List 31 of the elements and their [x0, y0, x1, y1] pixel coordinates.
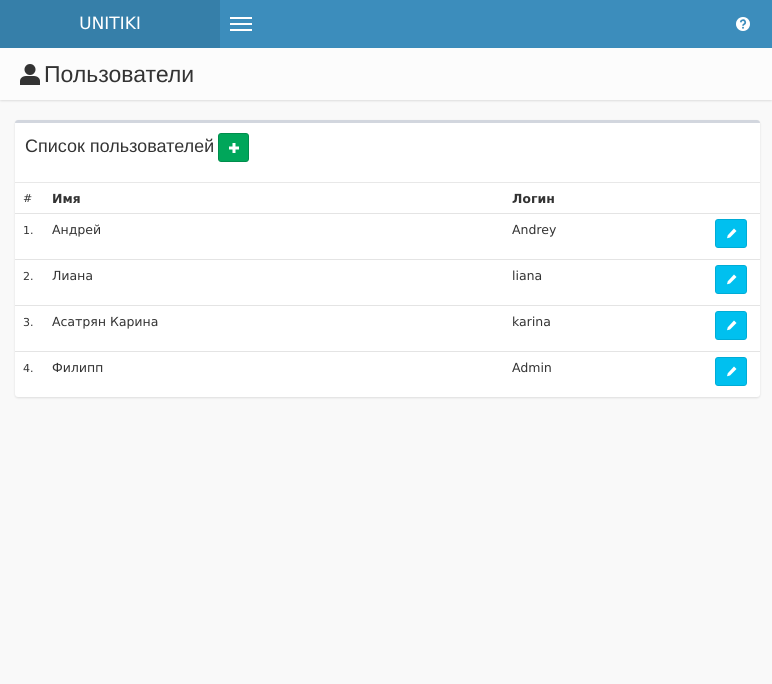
- pencil-icon: [726, 366, 736, 377]
- pencil-icon: [726, 320, 736, 331]
- column-header: Логин: [512, 183, 636, 214]
- card-title: Список пользователей: [25, 136, 214, 157]
- user-name: Асатрян Карина: [52, 306, 512, 352]
- row-number: 3.: [15, 306, 52, 352]
- brand-logo[interactable]: UNITIKI: [0, 0, 220, 48]
- edit-button[interactable]: [715, 357, 747, 386]
- user-name: Филипп: [52, 352, 512, 397]
- row-number: 2.: [15, 260, 52, 306]
- edit-button[interactable]: [715, 219, 747, 248]
- help-icon[interactable]: [736, 17, 750, 31]
- user-login: karina: [512, 306, 636, 352]
- menu-icon[interactable]: [230, 16, 252, 32]
- pencil-icon: [726, 274, 736, 285]
- row-number: 1.: [15, 214, 52, 260]
- pencil-icon: [726, 228, 736, 239]
- edit-button[interactable]: [715, 311, 747, 340]
- user-login: Admin: [512, 352, 636, 397]
- page-title: Пользователи: [44, 60, 194, 88]
- user-login: Andrey: [512, 214, 636, 260]
- user-name: Андрей: [52, 214, 512, 260]
- user-login: liana: [512, 260, 636, 306]
- user-name: Лиана: [52, 260, 512, 306]
- user-icon: [20, 64, 40, 84]
- add-button[interactable]: [218, 133, 250, 162]
- number-header: #: [15, 183, 52, 214]
- plus-icon: [228, 142, 239, 152]
- edit-button[interactable]: [715, 265, 747, 294]
- row-number: 4.: [15, 352, 52, 397]
- column-header: Имя: [52, 183, 512, 214]
